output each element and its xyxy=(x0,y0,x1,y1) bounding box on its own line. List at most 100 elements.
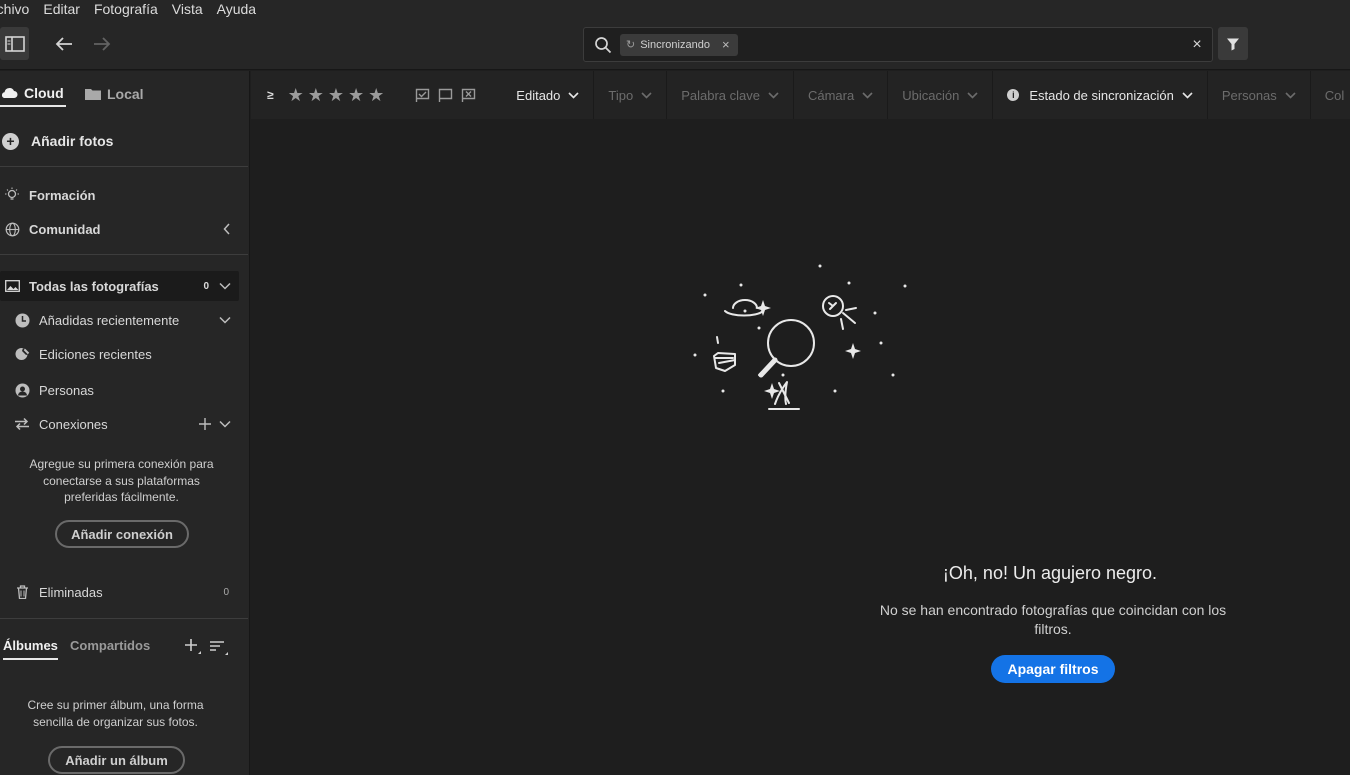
source-tabs: Cloud Local xyxy=(0,71,250,116)
star-icon[interactable]: ★ xyxy=(288,85,304,106)
recent-edits-label: Ediciones recientes xyxy=(39,346,152,362)
chevron-down-icon xyxy=(967,91,978,99)
search-icon xyxy=(595,36,612,53)
chevron-down-icon[interactable] xyxy=(219,420,231,428)
sidebar-item-learn[interactable]: Formación xyxy=(0,180,239,210)
menu-file[interactable]: rchivo xyxy=(0,1,29,17)
menu-photo[interactable]: Fotografía xyxy=(94,1,158,17)
filter-color[interactable]: Col xyxy=(1311,71,1350,119)
connections-actions xyxy=(199,409,231,439)
photo-grid-area xyxy=(251,119,1350,775)
filter-people[interactable]: Personas xyxy=(1208,71,1311,119)
empty-state-title: ¡Oh, no! Un agujero negro. xyxy=(942,563,1158,583)
filter-type-label: Tipo xyxy=(608,87,634,103)
connections-label: Conexiones xyxy=(39,416,108,432)
flag-picked-icon[interactable] xyxy=(415,88,430,103)
toolbar: ↻ Sincronizando × × xyxy=(0,18,1350,70)
albums-header: Álbumes Compartidos xyxy=(0,634,248,664)
sidebar-icon xyxy=(4,35,25,52)
tab-shared[interactable]: Compartidos xyxy=(70,638,150,653)
star-icon[interactable]: ★ xyxy=(308,85,324,106)
filter-keyword[interactable]: Palabra clave xyxy=(667,71,794,119)
chevron-down-icon xyxy=(568,91,579,99)
sidebar-item-recently-added[interactable]: Añadidas recientemente xyxy=(0,305,239,335)
all-photos-count: 0 xyxy=(203,280,209,292)
menu-view[interactable]: Vista xyxy=(172,1,203,17)
sidebar-item-community[interactable]: Comunidad xyxy=(0,214,239,244)
filter-people-label: Personas xyxy=(1221,87,1277,103)
chevron-down-icon xyxy=(1182,91,1193,99)
rating-stars: ★ ★ ★ ★ ★ xyxy=(288,85,389,106)
chevron-down-icon xyxy=(862,91,873,99)
forward-button[interactable] xyxy=(88,30,116,58)
chevron-down-icon[interactable] xyxy=(219,305,231,335)
chip-close-icon[interactable]: × xyxy=(722,37,730,52)
filter-edited[interactable]: Editado xyxy=(502,71,595,119)
chevron-down-icon xyxy=(1285,91,1296,99)
panel-toggle-button[interactable] xyxy=(0,27,29,60)
add-album-icon[interactable] xyxy=(184,638,202,659)
recently-added-label: Añadidas recientemente xyxy=(39,312,180,328)
disable-filters-button[interactable]: Apagar filtros xyxy=(991,655,1115,683)
search-input[interactable] xyxy=(737,37,1182,52)
sidebar-item-recent-edits[interactable]: Ediciones recientes xyxy=(0,339,239,369)
tab-local[interactable]: Local xyxy=(85,81,144,107)
trash-icon xyxy=(13,583,31,601)
tab-cloud[interactable]: Cloud xyxy=(0,81,66,107)
add-photos-button[interactable]: + Añadir fotos xyxy=(0,128,113,154)
sidebar: Cloud Local + Añadir fotos Formación Com… xyxy=(0,71,250,775)
plus-icon[interactable] xyxy=(199,418,211,430)
person-icon xyxy=(13,381,31,399)
filter-edited-label: Editado xyxy=(516,87,561,103)
connections-icon xyxy=(13,415,31,433)
filter-sync-status[interactable]: i Estado de sincronización xyxy=(993,71,1208,119)
filter-camera[interactable]: Cámara xyxy=(794,71,889,119)
add-connection-button[interactable]: Añadir conexión xyxy=(55,520,189,548)
all-photos-label: Todas las fotografías xyxy=(29,278,159,294)
flag-rejected-icon[interactable] xyxy=(461,88,476,103)
menu-edit[interactable]: Editar xyxy=(43,1,80,17)
clock-icon xyxy=(13,311,31,329)
filter-sync-status-label: Estado de sincronización xyxy=(1029,87,1174,103)
sidebar-item-connections[interactable]: Conexiones xyxy=(0,409,239,439)
sidebar-item-deleted[interactable]: Eliminadas 0 xyxy=(0,577,239,607)
chevron-left-icon[interactable] xyxy=(223,214,231,244)
filter-location-label: Ubicación xyxy=(902,87,960,103)
back-button[interactable] xyxy=(50,30,78,58)
photo-icon xyxy=(3,277,21,295)
clear-search-icon[interactable]: × xyxy=(1182,36,1212,54)
tab-albums[interactable]: Álbumes xyxy=(3,638,58,660)
connections-hint: Agregue su primera conexión para conecta… xyxy=(29,457,214,504)
add-photos-label: Añadir fotos xyxy=(31,133,114,149)
filter-camera-label: Cámara xyxy=(807,87,855,103)
cloud-icon xyxy=(1,88,18,98)
globe-icon xyxy=(3,220,21,238)
filter-bar: ≥ ★ ★ ★ ★ ★ Editado Tipo Palabra clave C… xyxy=(251,71,1350,119)
sort-icon[interactable] xyxy=(209,640,229,659)
filter-color-label: Col xyxy=(1324,87,1345,103)
all-photos-meta: 0 xyxy=(203,271,231,301)
star-icon[interactable]: ★ xyxy=(348,85,364,106)
filter-location[interactable]: Ubicación xyxy=(888,71,994,119)
star-icon[interactable]: ★ xyxy=(368,85,384,106)
filter-button[interactable] xyxy=(1218,27,1248,60)
sidebar-item-people[interactable]: Personas xyxy=(0,375,239,405)
star-icon[interactable]: ★ xyxy=(328,85,344,106)
rating-operator[interactable]: ≥ xyxy=(267,88,274,102)
flag-unflagged-icon[interactable] xyxy=(438,88,453,103)
chevron-down-icon[interactable] xyxy=(219,282,231,290)
add-album-button[interactable]: Añadir un álbum xyxy=(48,746,185,774)
filter-type[interactable]: Tipo xyxy=(594,71,668,119)
folder-icon xyxy=(85,89,101,100)
search-bar[interactable]: ↻ Sincronizando × × xyxy=(583,27,1213,62)
filter-keyword-label: Palabra clave xyxy=(681,87,760,103)
people-label: Personas xyxy=(39,382,94,398)
funnel-icon xyxy=(1227,38,1239,50)
edit-palette-icon xyxy=(13,345,31,363)
deleted-label: Eliminadas xyxy=(39,584,103,600)
sync-icon: ↻ xyxy=(626,39,636,51)
deleted-count: 0 xyxy=(223,586,229,598)
chevron-down-icon xyxy=(768,91,779,99)
menu-help[interactable]: Ayuda xyxy=(217,1,256,17)
sidebar-item-all-photos[interactable]: Todas las fotografías 0 xyxy=(0,271,239,301)
